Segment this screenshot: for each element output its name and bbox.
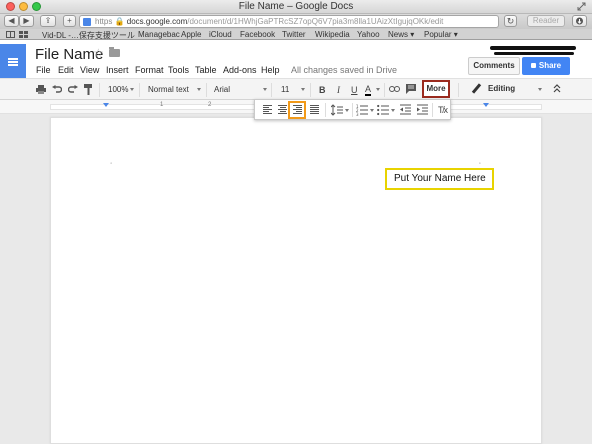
lock-icon <box>530 63 536 68</box>
docs-header: File Name ☆ File Edit View Insert Format… <box>0 40 592 80</box>
share-button[interactable]: Share <box>522 57 570 75</box>
undo-icon[interactable] <box>52 85 62 94</box>
editing-mode-select[interactable]: Editing <box>488 84 515 93</box>
comments-button[interactable]: Comments <box>468 57 520 75</box>
text-color-button[interactable]: A <box>365 84 372 96</box>
share-label: Share <box>538 61 562 70</box>
lock-icon: 🔒 <box>114 17 127 26</box>
editing-mode-dropdown-icon <box>538 88 542 91</box>
justify-icon[interactable] <box>310 105 319 114</box>
link-icon[interactable] <box>389 86 400 92</box>
collapse-toolbar-icon[interactable] <box>553 84 561 93</box>
margin-corner-mark <box>110 162 112 164</box>
document-canvas: Put Your Name Here <box>0 114 592 444</box>
docs-home-icon[interactable] <box>0 44 26 80</box>
font-size-dropdown-icon <box>301 88 305 91</box>
ruler-number: 2 <box>208 102 212 108</box>
zoom-dropdown-icon <box>130 88 134 91</box>
browser-toolbar: ◀ ▶ ⇪ + https 🔒 docs.google.com/document… <box>0 14 592 29</box>
reading-list-icon[interactable] <box>6 31 15 38</box>
line-spacing-icon[interactable] <box>331 104 343 116</box>
decrease-indent-icon[interactable] <box>400 104 411 116</box>
style-select[interactable]: Normal text <box>148 84 189 96</box>
bulleted-list-icon[interactable] <box>377 104 389 116</box>
font-select[interactable]: Arial <box>214 84 230 96</box>
reader-button[interactable]: Reader <box>527 15 565 27</box>
bookmark-twitter[interactable]: Twitter <box>282 30 306 39</box>
align-center-icon[interactable] <box>278 105 287 114</box>
redacted-account-name <box>490 46 576 50</box>
text-color-dropdown-icon <box>376 88 380 91</box>
bookmark-managebac[interactable]: Managebac <box>138 30 180 39</box>
italic-button[interactable]: I <box>337 84 340 96</box>
menu-edit[interactable]: Edit <box>58 65 74 75</box>
paint-format-icon[interactable] <box>84 84 93 95</box>
more-button[interactable]: More <box>422 80 450 98</box>
url-protocol: https <box>95 17 113 26</box>
align-left-icon[interactable] <box>263 105 272 114</box>
url-path: /document/d/1HWhjGaPTRcSZ7opQ6V7pia3m8ll… <box>187 17 444 26</box>
downloads-button[interactable] <box>572 15 587 27</box>
font-dropdown-icon <box>263 88 267 91</box>
document-page[interactable]: Put Your Name Here <box>50 117 542 444</box>
download-icon <box>576 17 583 25</box>
left-indent-marker[interactable] <box>103 103 109 107</box>
docs-favicon-icon <box>83 18 91 26</box>
formatting-toolbar: 100% Normal text Arial 11 B I U A More E… <box>0 78 592 100</box>
menu-help[interactable]: Help <box>261 65 280 75</box>
align-right-icon <box>293 105 302 114</box>
bookmarks-bar: Vid-DL -…保存支援ツール Managebac Apple iCloud … <box>0 29 592 40</box>
underline-button[interactable]: U <box>351 84 358 96</box>
menu-file[interactable]: File <box>36 65 51 75</box>
url-host: docs.google.com <box>126 17 188 26</box>
comment-icon[interactable] <box>406 84 416 94</box>
bookmark-popular[interactable]: Popular ▾ <box>424 30 458 39</box>
right-indent-marker[interactable] <box>483 103 489 107</box>
ruler-number: 1 <box>160 102 164 108</box>
bookmark-icloud[interactable]: iCloud <box>209 30 232 39</box>
print-icon[interactable] <box>36 85 46 94</box>
clear-formatting-button[interactable]: T̸x <box>438 104 448 116</box>
star-icon[interactable]: ☆ <box>93 46 104 60</box>
more-tools-popup: 123 T̸x <box>254 99 451 120</box>
numbered-list-icon[interactable]: 123 <box>356 104 368 116</box>
menu-table[interactable]: Table <box>195 65 217 75</box>
share-page-button[interactable]: ⇪ <box>40 15 56 27</box>
increase-indent-icon[interactable] <box>417 104 428 116</box>
bookmark-wikipedia[interactable]: Wikipedia <box>315 30 350 39</box>
top-sites-icon[interactable] <box>19 31 28 38</box>
margin-corner-mark <box>479 162 481 164</box>
window-title: File Name – Google Docs <box>238 1 354 12</box>
svg-text:3: 3 <box>356 112 359 116</box>
menu-insert[interactable]: Insert <box>106 65 129 75</box>
window-titlebar: File Name – Google Docs <box>0 0 592 14</box>
save-status: All changes saved in Drive <box>291 65 398 75</box>
redacted-account-email <box>494 52 574 55</box>
bookmark-news[interactable]: News ▾ <box>388 30 414 39</box>
line-spacing-dropdown-icon <box>345 109 349 112</box>
address-bar[interactable]: https 🔒 docs.google.com/document/d/1HWhj… <box>79 15 499 28</box>
fullscreen-icon[interactable] <box>577 2 586 11</box>
numbered-list-dropdown-icon <box>370 109 374 112</box>
bookmark-apple[interactable]: Apple <box>181 30 201 39</box>
style-dropdown-icon <box>197 88 201 91</box>
font-size-select[interactable]: 11 <box>281 84 289 96</box>
menu-view[interactable]: View <box>80 65 99 75</box>
back-button[interactable]: ◀ <box>4 15 19 27</box>
pencil-icon <box>471 83 482 94</box>
redo-icon[interactable] <box>68 85 78 94</box>
bold-button[interactable]: B <box>319 84 326 96</box>
forward-button[interactable]: ▶ <box>19 15 34 27</box>
name-text[interactable]: Put Your Name Here <box>385 168 494 190</box>
folder-icon[interactable] <box>109 47 120 57</box>
reload-button[interactable]: ↻ <box>504 15 517 27</box>
new-tab-button[interactable]: + <box>63 15 76 27</box>
bookmark-yahoo[interactable]: Yahoo <box>357 30 380 39</box>
bookmark-facebook[interactable]: Facebook <box>240 30 275 39</box>
bulleted-list-dropdown-icon <box>391 109 395 112</box>
menu-format[interactable]: Format <box>135 65 164 75</box>
zoom-select[interactable]: 100% <box>108 84 128 96</box>
menu-addons[interactable]: Add-ons <box>223 65 257 75</box>
menu-tools[interactable]: Tools <box>168 65 189 75</box>
